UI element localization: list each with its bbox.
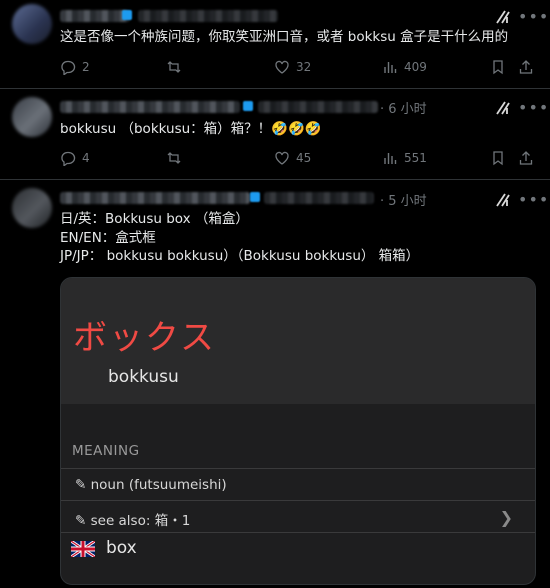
like-icon bbox=[275, 151, 289, 165]
repost-icon bbox=[167, 152, 181, 164]
reply-button[interactable]: 2 bbox=[60, 59, 90, 75]
author-name-blurred[interactable] bbox=[60, 101, 240, 113]
bookmark-icon[interactable] bbox=[490, 150, 506, 166]
dictionary-card[interactable]: ボックス bokkusu MEANING ✎ noun (futsuumeish… bbox=[60, 277, 536, 585]
more-icon[interactable]: ••• bbox=[518, 7, 549, 26]
meaning-header: MEANING bbox=[72, 443, 140, 459]
part-of-speech: ✎ noun (futsuumeishi) bbox=[75, 477, 227, 493]
more-icon[interactable]: ••• bbox=[518, 190, 549, 209]
verified-badge bbox=[250, 192, 260, 202]
repost-button[interactable] bbox=[166, 150, 188, 166]
dictionary-header: ボックス bokkusu bbox=[61, 278, 535, 404]
views-icon bbox=[384, 62, 397, 73]
reply-button[interactable]: 4 bbox=[60, 150, 90, 166]
action-bar: 4 45 551 bbox=[60, 150, 540, 170]
reply-count: 2 bbox=[82, 60, 90, 74]
word-reading: bokkusu bbox=[108, 367, 179, 387]
bookmark-icon[interactable] bbox=[490, 59, 506, 75]
like-count: 45 bbox=[296, 151, 312, 165]
reply-count: 4 bbox=[82, 151, 90, 165]
verified-badge bbox=[122, 10, 132, 20]
post-time[interactable]: · 5 小时 bbox=[380, 190, 427, 209]
uk-flag-icon bbox=[71, 541, 95, 557]
views-button[interactable]: 551 bbox=[382, 150, 427, 166]
like-count: 32 bbox=[296, 60, 312, 74]
grok-icon[interactable] bbox=[494, 191, 512, 209]
like-button[interactable]: 45 bbox=[274, 150, 311, 166]
author-name-blurred[interactable] bbox=[60, 10, 130, 22]
repost-button[interactable] bbox=[166, 59, 188, 75]
like-button[interactable]: 32 bbox=[274, 59, 311, 75]
reply-icon bbox=[61, 151, 76, 166]
grok-icon[interactable] bbox=[494, 8, 512, 26]
author-handle-blurred[interactable] bbox=[138, 10, 278, 22]
share-icon[interactable] bbox=[518, 150, 534, 166]
part-of-speech-row: ✎ noun (futsuumeishi) bbox=[61, 468, 535, 501]
views-count: 551 bbox=[404, 151, 427, 165]
avatar[interactable] bbox=[12, 188, 52, 228]
see-also-link[interactable]: ✎ see also: 箱・1 bbox=[75, 509, 190, 529]
english-translation: box bbox=[106, 538, 137, 558]
see-also-row[interactable]: ✎ see also: 箱・1 ❯ bbox=[61, 500, 535, 533]
chevron-right-icon[interactable]: ❯ bbox=[500, 508, 513, 527]
translation-row: box bbox=[61, 532, 535, 573]
repost-icon bbox=[167, 61, 181, 73]
post-text: bokkusu （bokkusu：箱）箱？！🤣🤣🤣 bbox=[60, 121, 322, 137]
post-1[interactable]: ••• 这是否像一个种族问题，你取笑亚洲口音，或者 bokksu 盒子是干什么用… bbox=[0, 0, 550, 88]
post-2[interactable]: · 6 小时 ••• bokkusu （bokkusu：箱）箱？！🤣🤣🤣 4 4… bbox=[0, 89, 550, 179]
author-handle-blurred[interactable] bbox=[264, 192, 374, 204]
post-text-line: EN/EN：盒式框 bbox=[60, 230, 156, 246]
views-button[interactable]: 409 bbox=[382, 59, 427, 75]
author-handle-blurred[interactable] bbox=[258, 101, 378, 113]
verified-badge bbox=[243, 101, 253, 111]
japanese-word: ボックス bbox=[73, 318, 216, 358]
post-text: 这是否像一个种族问题，你取笑亚洲口音，或者 bokksu 盒子是干什么用的 bbox=[60, 29, 509, 45]
avatar[interactable] bbox=[12, 97, 52, 137]
post-text-line: 日/英：Bokkusu box （箱盒） bbox=[60, 211, 249, 227]
avatar[interactable] bbox=[12, 4, 52, 44]
author-name-blurred[interactable] bbox=[60, 192, 250, 204]
like-icon bbox=[275, 60, 289, 74]
share-icon[interactable] bbox=[518, 59, 534, 75]
reply-icon bbox=[61, 60, 76, 75]
action-bar: 2 32 409 bbox=[60, 59, 540, 79]
views-icon bbox=[384, 153, 397, 164]
post-text-line: JP/JP： bokkusu bokkusu）（Bokkusu bokkusu）… bbox=[60, 248, 420, 264]
post-time[interactable]: · 6 小时 bbox=[380, 98, 427, 117]
grok-icon[interactable] bbox=[494, 99, 512, 117]
more-icon[interactable]: ••• bbox=[518, 98, 549, 117]
views-count: 409 bbox=[404, 60, 427, 74]
